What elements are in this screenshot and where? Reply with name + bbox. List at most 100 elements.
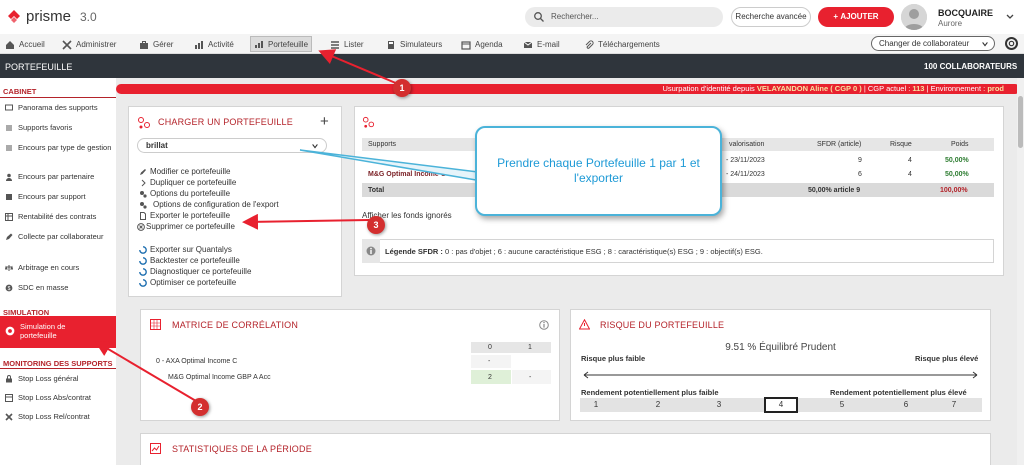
chevron-down-icon[interactable] bbox=[1005, 11, 1015, 21]
list-icon bbox=[331, 40, 339, 49]
advanced-search-button[interactable]: Recherche avancée bbox=[731, 7, 811, 27]
search-placeholder: Rechercher... bbox=[551, 12, 599, 21]
prisme-logo-icon[interactable] bbox=[6, 9, 22, 25]
risk-title: RISQUE DU PORTEFEUILLE bbox=[600, 320, 725, 330]
nav-activite[interactable]: Activité bbox=[194, 38, 234, 51]
nav-accueil[interactable]: Accueil bbox=[5, 38, 45, 51]
nav-administrer[interactable]: Administrer bbox=[62, 38, 116, 51]
delete-portfolio-link[interactable]: Supprimer ce portefeuille bbox=[137, 222, 235, 231]
table-icon bbox=[5, 213, 13, 221]
sidebar-item-panorama[interactable]: Panorama des supports bbox=[5, 103, 115, 112]
sidebar-item-label: Supports favoris bbox=[18, 123, 73, 132]
divider bbox=[0, 97, 116, 98]
add-portfolio-button[interactable]: + bbox=[320, 113, 329, 130]
correlation-title: MATRICE DE CORRÉLATION bbox=[172, 320, 299, 330]
col-valorisation: valorisation bbox=[729, 141, 765, 148]
portfolio-select-value: brillat bbox=[146, 141, 168, 150]
sidebar-item-label: SDC en masse bbox=[18, 283, 69, 292]
sidebar-item-label: Encours par type de gestion bbox=[18, 143, 112, 152]
switch-collaborator-label: Changer de collaborateur bbox=[879, 39, 970, 48]
chart-icon bbox=[255, 41, 263, 48]
nav-label: Lister bbox=[344, 40, 364, 49]
table-icon bbox=[5, 394, 13, 402]
sidebar-item-encours-gestion[interactable]: Encours par type de gestion bbox=[5, 143, 115, 152]
row1-date: - 23/11/2023 bbox=[726, 157, 765, 164]
lock-icon bbox=[6, 375, 12, 383]
info-icon[interactable] bbox=[539, 320, 549, 330]
portfolio-options-link[interactable]: Options du portefeuille bbox=[139, 189, 230, 198]
help-lifebuoy-icon[interactable] bbox=[1005, 37, 1018, 50]
banner-env-label: | Environnement : bbox=[926, 84, 986, 93]
mail-icon bbox=[523, 41, 533, 48]
sidebar-item-sdc[interactable]: $ SDC en masse bbox=[5, 283, 115, 292]
portfolio-icon bbox=[362, 116, 375, 128]
risk-scale-2: 2 bbox=[612, 398, 704, 412]
export-quantalys-link[interactable]: Exporter sur Quantalys bbox=[139, 245, 232, 254]
row2-support[interactable]: M&G Optimal Income G bbox=[368, 171, 446, 178]
sidebar-item-label: Simulation de portefeuille bbox=[20, 322, 66, 340]
sfdr-legend-text: Légende SFDR : 0 : pas d'objet ; 6 : auc… bbox=[385, 247, 763, 256]
pencil-icon bbox=[6, 233, 13, 240]
corr-row-1-label: M&G Optimal Income GBP A Acc bbox=[168, 374, 271, 381]
edit-portfolio-link[interactable]: Modifier ce portefeuille bbox=[139, 167, 230, 176]
info-icon bbox=[366, 246, 376, 256]
risk-scale-1: 1 bbox=[580, 398, 612, 412]
nav-portefeuille[interactable]: Portefeuille bbox=[250, 36, 313, 52]
row2-risk: 4 bbox=[908, 171, 912, 178]
collaborators-count: 100 COLLABORATEURS bbox=[924, 62, 1018, 71]
sidebar-item-encours-partenaire[interactable]: Encours par partenaire bbox=[5, 172, 115, 181]
nav-agenda[interactable]: Agenda bbox=[461, 38, 503, 51]
col-poids: Poids bbox=[951, 141, 969, 148]
optimize-link[interactable]: Optimiser ce portefeuille bbox=[139, 278, 236, 287]
instruction-callout: Prendre chaque Portefeuille 1 par 1 et l… bbox=[475, 126, 722, 216]
calendar-icon bbox=[461, 40, 471, 50]
link-label: Backtester ce portefeuille bbox=[150, 256, 240, 265]
link-label: Dupliquer ce portefeuille bbox=[150, 178, 237, 187]
nav-label: Téléchargements bbox=[598, 40, 660, 49]
export-portfolio-link[interactable]: Exporter le portefeuille bbox=[139, 211, 230, 220]
circle-x-icon bbox=[137, 222, 145, 231]
risk-scale-gap bbox=[734, 398, 764, 412]
impersonation-banner: Usurpation d'identité depuis VELAYANDON … bbox=[116, 84, 1020, 94]
chevron-right-icon bbox=[141, 179, 146, 186]
sidebar-item-collecte[interactable]: Collecte par collaborateur bbox=[5, 232, 115, 241]
sidebar-item-simulation[interactable]: Simulation de portefeuille bbox=[5, 322, 115, 340]
sidebar-item-label: Arbitrage en cours bbox=[18, 263, 80, 272]
list-icon bbox=[6, 145, 12, 151]
sidebar-item-arbitrage[interactable]: Arbitrage en cours bbox=[5, 263, 115, 272]
scrollbar-thumb[interactable] bbox=[1018, 96, 1023, 148]
total-weight: 100,00% bbox=[940, 187, 968, 194]
nav-gerer[interactable]: Gérer bbox=[139, 38, 173, 51]
nav-telechargements[interactable]: Téléchargements bbox=[584, 38, 660, 51]
stats-icon bbox=[150, 443, 161, 454]
nav-label: Activité bbox=[208, 40, 234, 49]
sidebar-item-stop-loss-rel[interactable]: Stop Loss Rel/contrat bbox=[5, 412, 115, 421]
sidebar-item-encours-support[interactable]: Encours par support bbox=[5, 192, 115, 201]
link-label: Exporter le portefeuille bbox=[150, 211, 231, 220]
avatar[interactable] bbox=[901, 4, 927, 30]
sidebar-section-cabinet: CABINET bbox=[3, 87, 37, 96]
switch-collaborator-select[interactable]: Changer de collaborateur bbox=[871, 36, 995, 51]
user-last-name[interactable]: BOCQUAIRE bbox=[938, 8, 993, 18]
add-button[interactable]: + AJOUTER bbox=[818, 7, 894, 27]
pencil-icon bbox=[140, 168, 146, 175]
sidebar-item-rentabilite[interactable]: Rentabilité des contrats bbox=[5, 212, 115, 221]
portfolio-select[interactable]: brillat bbox=[137, 138, 327, 153]
app-name: prisme bbox=[26, 8, 72, 25]
duplicate-portfolio-link[interactable]: Dupliquer ce portefeuille bbox=[139, 178, 236, 187]
nav-email[interactable]: E-mail bbox=[523, 38, 560, 51]
sidebar-item-stop-loss-abs[interactable]: Stop Loss Abs/contrat bbox=[5, 393, 115, 402]
sidebar-item-favoris[interactable]: Supports favoris bbox=[5, 123, 115, 132]
backtest-link[interactable]: Backtester ce portefeuille bbox=[139, 256, 240, 265]
diagnose-link[interactable]: Diagnostiquer ce portefeuille bbox=[139, 267, 251, 276]
risk-value: 9.51 % Équilibré Prudent bbox=[725, 342, 836, 353]
stats-title: STATISTIQUES DE LA PÉRIODE bbox=[172, 444, 312, 454]
sidebar-item-stop-loss-general[interactable]: Stop Loss général bbox=[5, 374, 115, 383]
nav-label: Accueil bbox=[19, 40, 45, 49]
sidebar-section-monitoring: MONITORING DES SUPPORTS bbox=[3, 359, 113, 368]
file-export-icon bbox=[140, 211, 146, 220]
svg-text:$: $ bbox=[8, 286, 11, 292]
export-config-link[interactable]: Options de configuration de l'export bbox=[139, 200, 279, 209]
nav-lister[interactable]: Lister bbox=[330, 38, 364, 51]
nav-simulateurs[interactable]: Simulateurs bbox=[386, 38, 442, 51]
